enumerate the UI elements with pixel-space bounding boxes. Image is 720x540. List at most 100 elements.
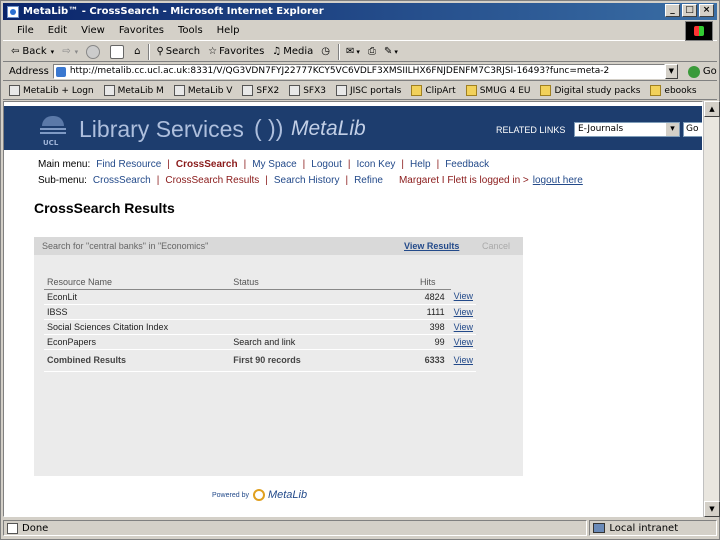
vertical-scrollbar[interactable]: ▲ ▼ [703,101,720,517]
folder-icon [411,85,423,96]
favorites-button[interactable]: ☆ Favorites [208,46,264,57]
edit-button[interactable]: ✎ ▾ [384,46,398,57]
resource-hits: 4824 [417,289,451,305]
results-panel: Search for "central banks" in "Economics… [34,237,523,476]
subnav-crosssearch-results[interactable]: CrossSearch Results [165,175,259,186]
nav-logout[interactable]: Logout [311,159,342,170]
logged-in-user: Margaret I Flett is logged in > [398,174,529,186]
combined-results-row: Combined Results First 90 records 6333 V… [44,348,476,372]
menu-favorites[interactable]: Favorites [119,25,164,36]
browser-window: MetaLib™ - CrossSearch - Microsoft Inter… [0,0,720,540]
print-button[interactable]: ⎙ [368,46,376,57]
page-icon [242,85,254,96]
title-bar: MetaLib™ - CrossSearch - Microsoft Inter… [3,3,717,20]
sub-menu: Sub-menu: CrossSearch | CrossSearch Resul… [38,174,583,186]
link-metalib-m[interactable]: MetaLib M [103,85,164,96]
link-sfx2[interactable]: SFX2 [242,85,279,96]
related-links-select[interactable]: E-Journals [574,122,680,137]
page-icon [335,85,347,96]
menu-bar: File Edit View Favorites Tools Help [3,21,717,41]
link-smug-4-eu[interactable]: SMUG 4 EU [465,85,530,96]
home-button[interactable]: ⌂ [134,46,140,57]
view-link[interactable]: View [454,337,473,347]
table-header-row: Resource Name Status Hits [44,275,476,290]
links-bar: MetaLib + Logn MetaLib M MetaLib V SFX2 … [3,82,717,100]
favorites-icon: ☆ [208,46,218,57]
page-title: CrossSearch Results [34,200,175,216]
menu-file[interactable]: File [17,25,34,36]
combined-view-link[interactable]: View [454,355,473,365]
ie-icon [7,5,19,18]
view-link[interactable]: View [454,307,473,317]
scroll-up-button[interactable]: ▲ [704,101,720,117]
link-digital-study-packs[interactable]: Digital study packs [540,85,640,96]
link-metalib-v[interactable]: MetaLib V [173,85,232,96]
menu-edit[interactable]: Edit [48,25,67,36]
query-text: Search for "central banks" in "Economics… [42,241,209,251]
col-resource-name: Resource Name [44,275,231,290]
print-icon: ⎙ [367,46,376,57]
nav-icon-key[interactable]: Icon Key [356,159,395,170]
media-button[interactable]: ♫ Media [272,46,313,57]
address-label: Address [9,66,49,77]
query-bar: Search for "central banks" in "Economics… [34,237,523,255]
view-results-link[interactable]: View Results [404,241,459,251]
resource-hits: 1111 [417,304,451,320]
forward-button[interactable]: ⇨ ▾ [62,46,78,57]
nav-find-resource[interactable]: Find Resource [96,159,161,170]
windows-logo-icon [685,21,713,41]
nav-help[interactable]: Help [410,159,431,170]
stop-button[interactable] [86,44,102,59]
link-sfx3[interactable]: SFX3 [289,85,326,96]
close-button[interactable]: × [699,4,714,17]
scroll-down-button[interactable]: ▼ [704,501,720,517]
metalib-title: MetaLib [291,117,366,140]
menu-tools[interactable]: Tools [178,25,203,36]
nav-my-space[interactable]: My Space [252,159,296,170]
table-row: EconLit 4824 View [44,289,476,305]
resource-name: Social Sciences Citation Index [44,319,231,335]
view-link[interactable]: View [454,322,473,332]
link-metalib-login[interactable]: MetaLib + Logn [9,85,94,96]
refresh-button[interactable] [110,44,126,59]
view-link[interactable]: View [454,291,473,301]
history-button[interactable]: ◷ [321,46,330,57]
page-viewport: UCL Library Services ( )) MetaLib RELATE… [3,101,703,517]
minimize-button[interactable]: _ [665,4,680,17]
maximize-button[interactable]: □ [682,4,697,17]
page-icon [103,85,115,96]
menu-view[interactable]: View [81,25,105,36]
resource-status [230,304,418,320]
back-button[interactable]: ⇦ Back ▾ [11,46,54,57]
logout-here-link[interactable]: logout here [533,175,583,186]
subnav-search-history[interactable]: Search History [274,175,340,186]
search-button[interactable]: ⚲ Search [156,46,200,57]
link-jisc-portals[interactable]: JISC portals [335,85,401,96]
subnav-crosssearch[interactable]: CrossSearch [93,175,151,186]
edit-icon: ✎ [383,46,393,57]
resource-hits: 398 [417,319,451,335]
nav-crosssearch[interactable]: CrossSearch [176,159,238,170]
combined-name: Combined Results [44,348,231,372]
mail-button[interactable]: ✉ ▾ [346,46,360,57]
combined-hits: 6333 [417,348,451,372]
address-input[interactable]: http://metalib.cc.ucl.ac.uk:8331/V/QG3VD… [52,64,665,79]
sub-menu-label: Sub-menu: [38,174,87,186]
metalib-logo-icon [252,489,265,501]
home-icon: ⌂ [134,46,141,57]
resource-name: EconPapers [44,334,231,350]
link-ebooks[interactable]: ebooks [650,85,697,96]
subnav-refine[interactable]: Refine [354,175,383,186]
nav-feedback[interactable]: Feedback [445,159,489,170]
page-done-icon [7,522,18,534]
folder-icon [465,85,477,96]
page-icon [173,85,185,96]
zone-text: Local intranet [609,522,679,534]
link-clipart[interactable]: ClipArt [411,85,456,96]
related-links-go-button[interactable]: Go [683,122,702,137]
address-dropdown-button[interactable]: ▼ [664,64,678,79]
menu-help[interactable]: Help [217,25,240,36]
go-button[interactable]: Go [688,66,717,78]
search-icon: ⚲ [156,46,164,57]
folder-icon [540,85,552,96]
